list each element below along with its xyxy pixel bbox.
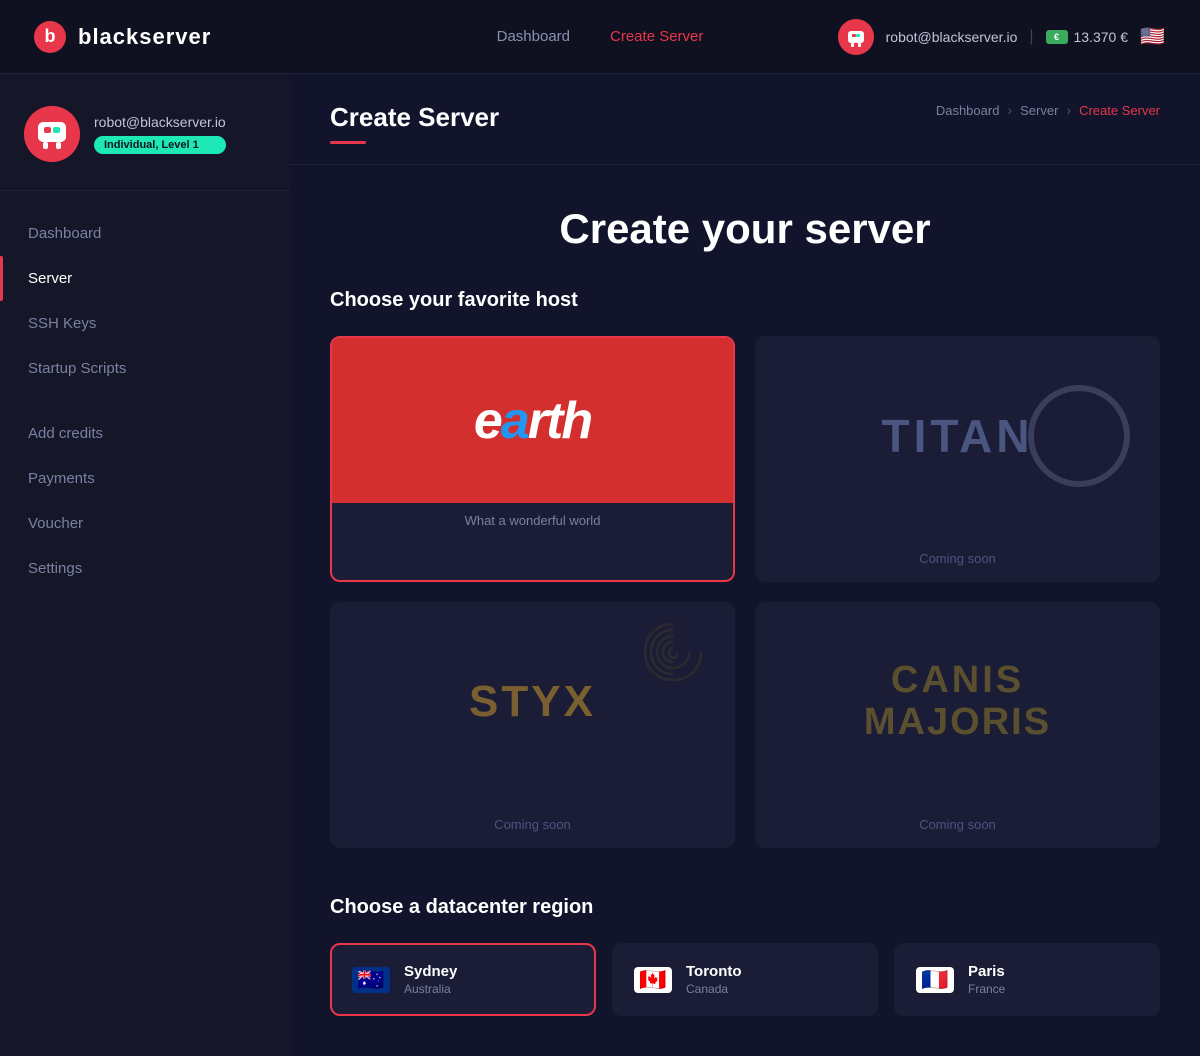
host-card-titan[interactable]: TITAN Coming soon [755, 336, 1160, 582]
breadcrumb-server[interactable]: Server [1020, 103, 1058, 118]
region-card-paris[interactable]: Paris France [894, 943, 1160, 1016]
host-card-earth[interactable]: earth What a wonderful world [330, 336, 735, 582]
logo-icon: b [32, 19, 68, 55]
region-card-sydney[interactable]: Sydney Australia [330, 943, 596, 1016]
titan-ring-icon [1024, 381, 1134, 491]
sidebar: robot@blackserver.io Individual, Level 1… [0, 74, 290, 1056]
breadcrumb-create-server: Create Server [1079, 103, 1160, 118]
page-title-underline [330, 141, 366, 144]
styx-logo: STYX [469, 677, 596, 727]
sidebar-item-dashboard[interactable]: Dashboard [0, 211, 290, 256]
main-layout: robot@blackserver.io Individual, Level 1… [0, 74, 1200, 1056]
hero-title: Create your server [330, 205, 1160, 253]
titan-coming-soon: Coming soon [757, 541, 1158, 580]
topnav-avatar [838, 19, 874, 55]
titan-logo: TITAN [881, 409, 1033, 463]
france-flag-icon [916, 967, 954, 993]
sidebar-item-payments[interactable]: Payments [0, 456, 290, 501]
sidebar-item-server[interactable]: Server [0, 256, 290, 301]
region-country-france: France [968, 982, 1005, 996]
breadcrumb: Dashboard › Server › Create Server [936, 102, 1160, 118]
styx-coming-soon: Coming soon [332, 807, 733, 846]
region-city-paris: Paris [968, 963, 1005, 980]
credits-icon: € [1046, 30, 1068, 44]
avatar-icon [838, 19, 874, 55]
earth-tagline: What a wonderful world [332, 503, 733, 542]
sidebar-badge: Individual, Level 1 [94, 136, 226, 154]
earth-logo: earth [474, 391, 591, 451]
host-section: Choose your favorite host earth What a w… [330, 289, 1160, 848]
page-title-block: Create Server [330, 102, 499, 144]
sidebar-username: robot@blackserver.io [94, 114, 226, 130]
host-section-heading: Choose your favorite host [330, 289, 1160, 312]
region-card-toronto[interactable]: Toronto Canada [612, 943, 878, 1016]
canada-flag-icon [634, 967, 672, 993]
host-grid: earth What a wonderful world TITAN [330, 336, 1160, 848]
sidebar-nav: Dashboard Server SSH Keys Startup Script… [0, 191, 290, 611]
sidebar-avatar [24, 106, 80, 162]
sidebar-avatar-icon [24, 106, 80, 162]
sidebar-item-startup-scripts[interactable]: Startup Scripts [0, 346, 290, 391]
top-navigation: b blackserver Dashboard Create Server ro… [0, 0, 1200, 74]
region-city-sydney: Sydney [404, 963, 457, 980]
canis-logo: CANIS MAJORIS [864, 660, 1051, 744]
topnav-email: robot@blackserver.io [886, 29, 1018, 45]
host-card-canis[interactable]: CANIS MAJORIS Coming soon [755, 602, 1160, 848]
styx-fingerprint-icon [633, 614, 713, 694]
main-header: Create Server Dashboard › Server › Creat… [290, 74, 1200, 165]
sidebar-item-settings[interactable]: Settings [0, 546, 290, 591]
breadcrumb-dashboard[interactable]: Dashboard [936, 103, 1000, 118]
nav-links: Dashboard Create Server [411, 28, 790, 45]
logo: b blackserver [32, 19, 411, 55]
page-title: Create Server [330, 102, 499, 133]
region-section-heading: Choose a datacenter region [330, 896, 1160, 919]
content-area: Create your server Choose your favorite … [290, 165, 1200, 1056]
nav-create-server[interactable]: Create Server [610, 28, 703, 45]
nav-dashboard[interactable]: Dashboard [497, 28, 570, 45]
language-flag[interactable]: 🇺🇸 [1140, 27, 1168, 47]
main-content: Create Server Dashboard › Server › Creat… [290, 74, 1200, 1056]
region-section: Choose a datacenter region Sydney Austra… [330, 896, 1160, 1016]
sidebar-item-voucher[interactable]: Voucher [0, 501, 290, 546]
sidebar-item-add-credits[interactable]: Add credits [0, 411, 290, 456]
svg-text:b: b [45, 26, 56, 46]
region-city-toronto: Toronto [686, 963, 742, 980]
region-grid: Sydney Australia Toronto Canada [330, 943, 1160, 1016]
region-country-canada: Canada [686, 982, 742, 996]
host-card-styx[interactable]: STYX Coming soon [330, 602, 735, 848]
topnav-credits: € 13.370 € [1046, 29, 1129, 45]
sidebar-user-info: robot@blackserver.io Individual, Level 1 [94, 114, 226, 154]
region-country-australia: Australia [404, 982, 457, 996]
sidebar-item-ssh-keys[interactable]: SSH Keys [0, 301, 290, 346]
australia-flag-icon [352, 967, 390, 993]
logo-text: blackserver [78, 24, 211, 50]
canis-coming-soon: Coming soon [757, 807, 1158, 846]
sidebar-profile: robot@blackserver.io Individual, Level 1 [0, 74, 290, 191]
topnav-right: robot@blackserver.io | € 13.370 € 🇺🇸 [789, 19, 1168, 55]
